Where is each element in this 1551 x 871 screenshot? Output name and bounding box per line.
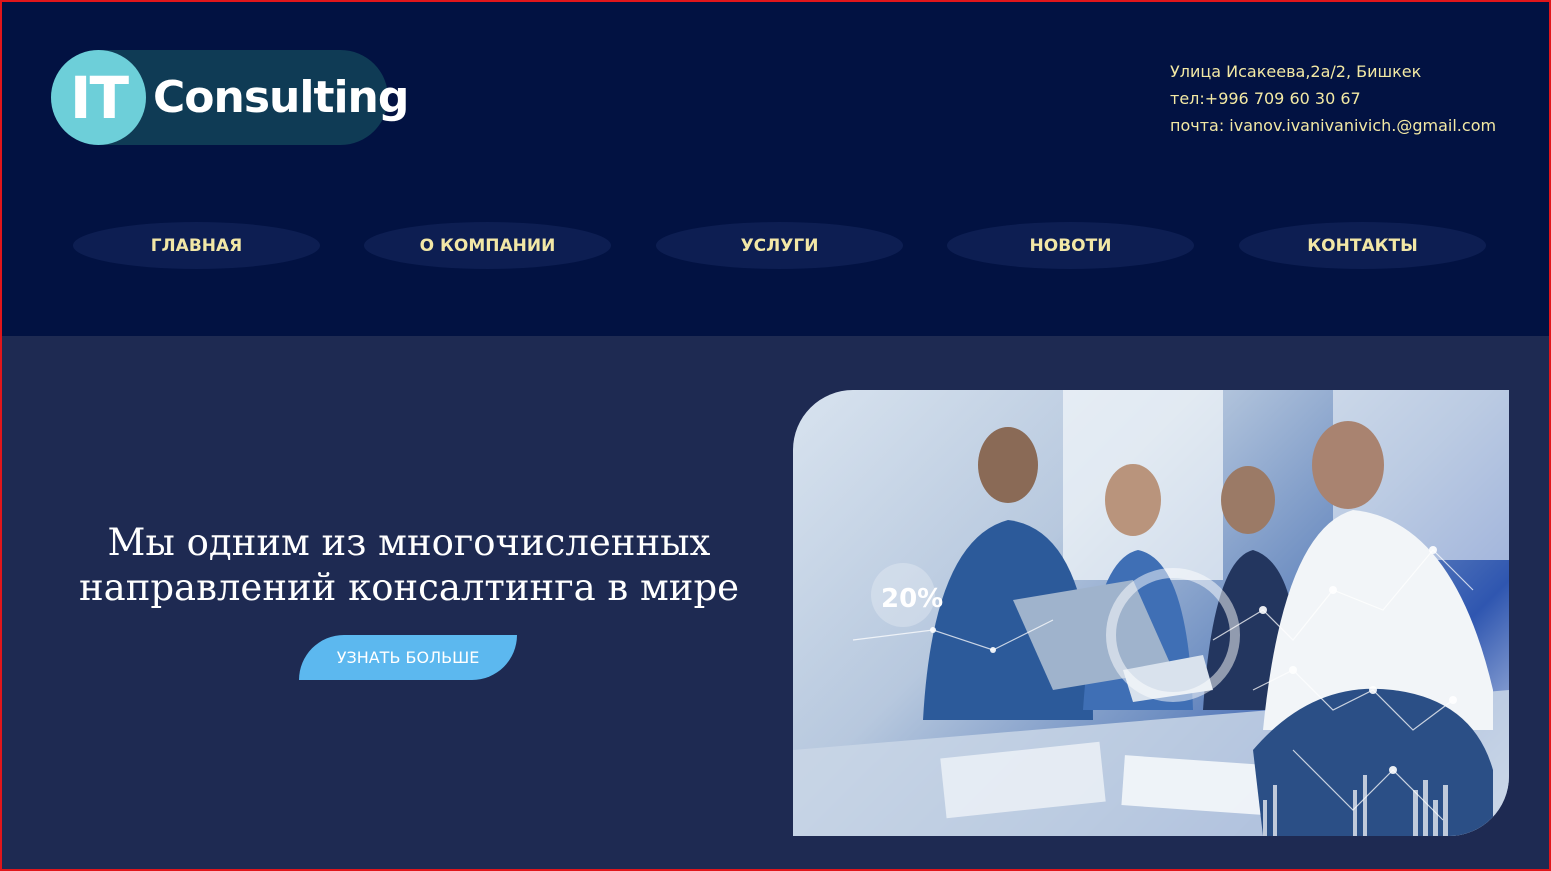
nav-item-home[interactable]: ГЛАВНАЯ (73, 222, 320, 269)
contact-info: Улица Исакеева,2а/2, Бишкек тел:+996 709… (1170, 58, 1496, 139)
nav-item-about[interactable]: О КОМПАНИИ (364, 222, 611, 269)
percent-overlay-text: 20% (881, 584, 943, 614)
site-header: IT Consulting Улица Исакеева,2а/2, Бишке… (0, 0, 1551, 336)
nav-item-services[interactable]: УСЛУГИ (656, 222, 903, 269)
hero-title: Мы одним из многочисленных направлений к… (30, 520, 788, 610)
nav-item-news[interactable]: НОВОТИ (947, 222, 1194, 269)
logo[interactable]: IT Consulting (51, 50, 409, 145)
contact-email[interactable]: почта: ivanov.ivanivanivich.@gmail.com (1170, 112, 1496, 139)
hero-title-line-2: направлений консалтинга в мире (78, 566, 740, 609)
hero-team-photo: 20% (793, 390, 1509, 836)
contact-phone[interactable]: тел:+996 709 60 30 67 (1170, 85, 1496, 112)
logo-badge: IT (51, 50, 146, 145)
logo-text: Consulting (153, 72, 409, 123)
contact-address: Улица Исакеева,2а/2, Бишкек (1170, 62, 1422, 81)
learn-more-button[interactable]: УЗНАТЬ БОЛЬШЕ (299, 635, 517, 680)
nav-item-contacts[interactable]: КОНТАКТЫ (1239, 222, 1486, 269)
main-nav: ГЛАВНАЯ О КОМПАНИИ УСЛУГИ НОВОТИ КОНТАКТ… (73, 222, 1486, 269)
hero-title-line-1: Мы одним из многочисленных (107, 521, 711, 564)
papers-2 (1121, 755, 1275, 816)
photo-illustration: 20% (793, 390, 1509, 836)
